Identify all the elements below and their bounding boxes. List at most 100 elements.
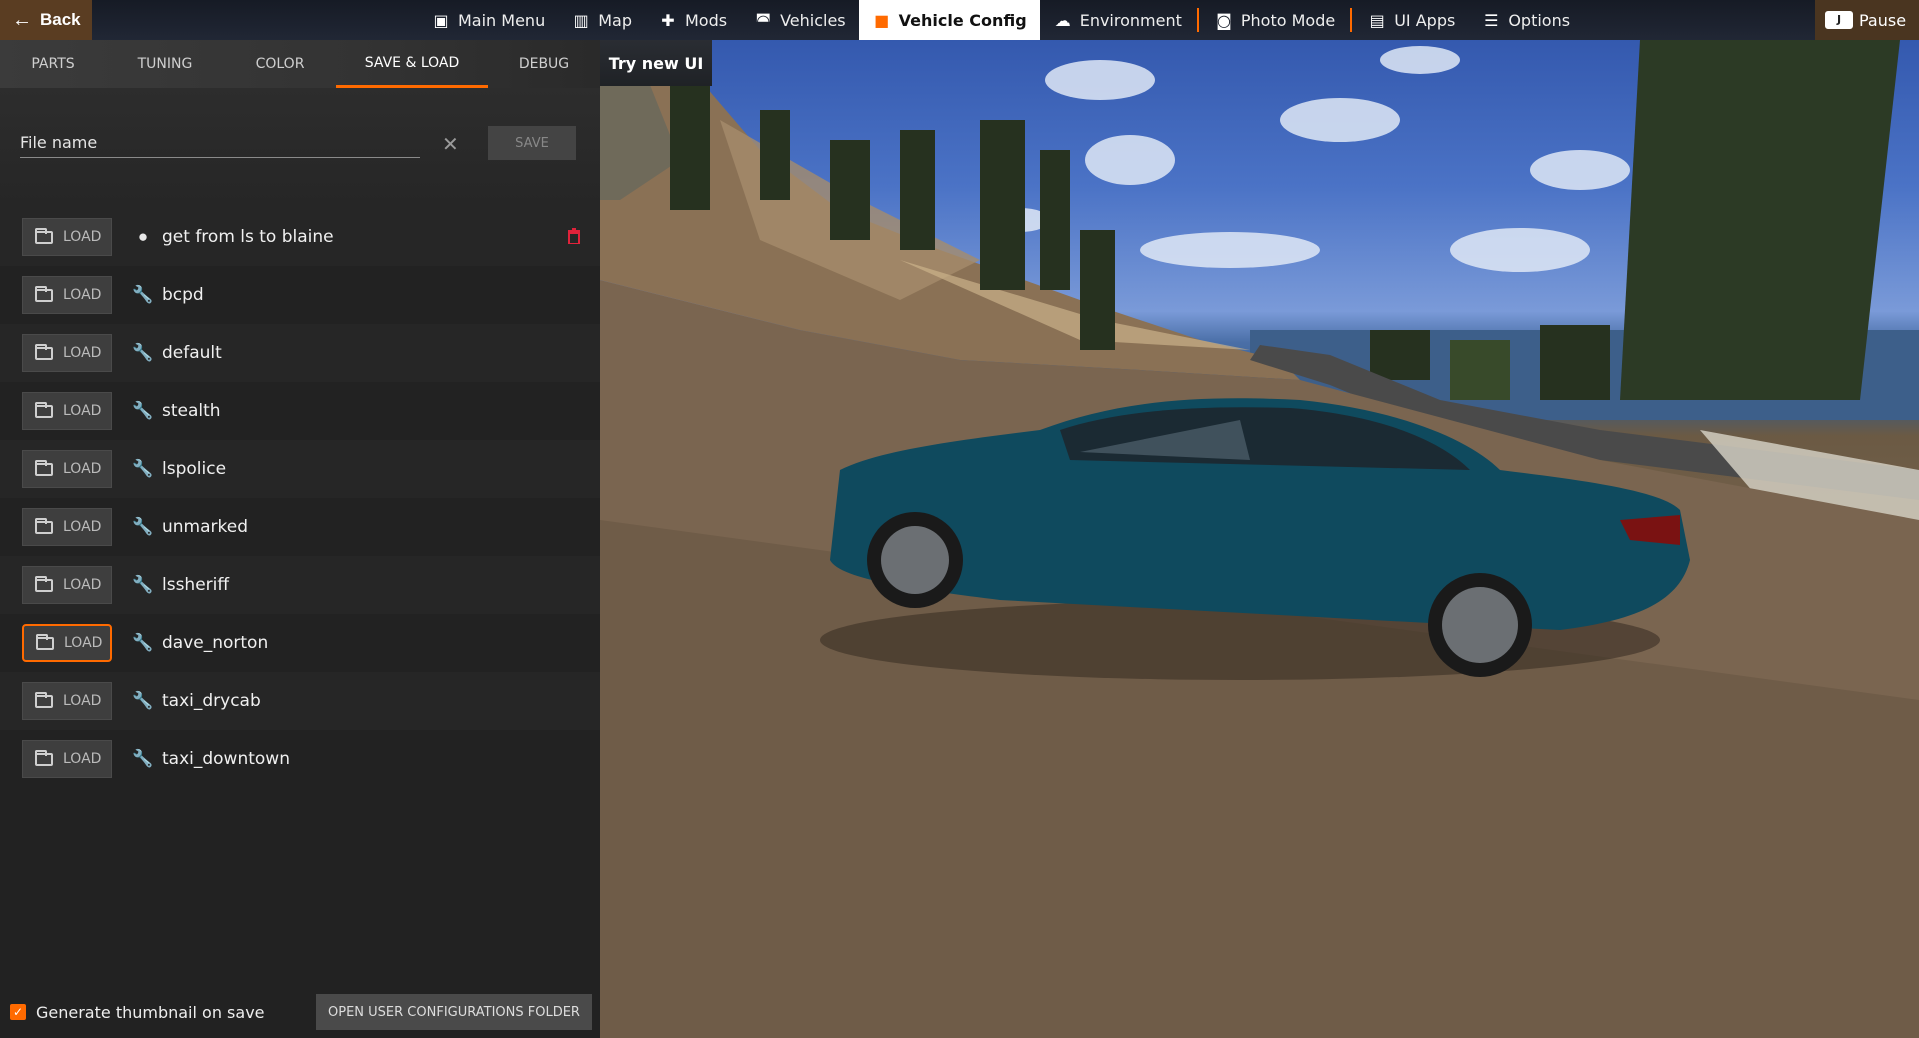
- load-label: LOAD: [63, 287, 102, 303]
- generate-thumbnail-checkbox[interactable]: ✓: [10, 1004, 26, 1020]
- folder-icon: [35, 343, 53, 360]
- ui-apps-icon: ▤: [1369, 10, 1385, 30]
- puzzle-icon: ✚: [661, 10, 675, 30]
- camera-icon: ◙: [1216, 10, 1232, 30]
- nav-label: Main Menu: [458, 10, 546, 30]
- list-item: LOAD 🔧 taxi_downtown: [0, 730, 600, 788]
- user-icon: ●: [137, 227, 149, 246]
- nav-main-menu[interactable]: ▣ Main Menu: [418, 0, 558, 40]
- wrench-icon: 🔧: [132, 575, 154, 594]
- nav-label: Environment: [1079, 10, 1182, 30]
- engine-icon: ■: [874, 10, 890, 30]
- load-button[interactable]: LOAD: [22, 682, 112, 720]
- wrench-icon: 🔧: [132, 343, 154, 362]
- try-new-ui-button[interactable]: Try new UI: [600, 40, 712, 86]
- pause-label: Pause: [1859, 10, 1907, 30]
- keyboard-key-icon: J: [1825, 11, 1853, 29]
- load-button[interactable]: LOAD: [22, 218, 112, 256]
- list-item: LOAD 🔧 unmarked: [0, 498, 600, 556]
- pause-button[interactable]: J Pause: [1815, 0, 1919, 40]
- back-button[interactable]: ← Back: [0, 0, 92, 40]
- folder-icon: [35, 459, 53, 476]
- load-label: LOAD: [63, 577, 102, 593]
- folder-icon: [35, 517, 53, 534]
- wrench-icon: 🔧: [132, 691, 154, 710]
- wrench-icon: 🔧: [132, 401, 154, 420]
- nav-map[interactable]: ▥ Map: [558, 0, 645, 40]
- open-user-configurations-folder-button[interactable]: OPEN USER CONFIGURATIONS FOLDER: [316, 994, 592, 1030]
- nav-vehicles[interactable]: ◚ Vehicles: [740, 0, 859, 40]
- config-name: default: [162, 343, 222, 363]
- tab-debug[interactable]: DEBUG: [488, 40, 600, 88]
- load-label: LOAD: [63, 751, 102, 767]
- load-label: LOAD: [64, 635, 103, 651]
- load-label: LOAD: [63, 229, 102, 245]
- nav-photo-mode[interactable]: ◙ Photo Mode: [1201, 0, 1348, 40]
- folder-icon: [35, 285, 53, 302]
- folder-icon: [35, 227, 53, 244]
- close-icon[interactable]: ✕: [442, 132, 459, 157]
- folder-icon: [35, 691, 53, 708]
- nav-options[interactable]: ☰ Options: [1468, 0, 1583, 40]
- nav-label: UI Apps: [1394, 10, 1456, 30]
- load-label: LOAD: [63, 403, 102, 419]
- config-tabs: PARTS TUNING COLOR SAVE & LOAD DEBUG: [0, 40, 600, 88]
- list-item: LOAD ● get from ls to blaine: [0, 208, 600, 266]
- list-item: LOAD 🔧 taxi_drycab: [0, 672, 600, 730]
- config-name: bcpd: [162, 285, 204, 305]
- config-name: stealth: [162, 401, 221, 421]
- sliders-icon: ☰: [1484, 10, 1499, 30]
- folder-icon: [35, 575, 53, 592]
- nav-label: Map: [598, 10, 632, 30]
- tab-save-load[interactable]: SAVE & LOAD: [336, 40, 488, 88]
- load-button[interactable]: LOAD: [22, 740, 112, 778]
- config-name: taxi_drycab: [162, 691, 261, 711]
- list-item: LOAD 🔧 default: [0, 324, 600, 382]
- map-icon: ▥: [573, 10, 589, 30]
- load-button[interactable]: LOAD: [22, 566, 112, 604]
- config-name: taxi_downtown: [162, 749, 290, 769]
- tab-tuning[interactable]: TUNING: [106, 40, 224, 88]
- file-name-input[interactable]: [20, 128, 420, 158]
- nav-vehicle-config[interactable]: ■ Vehicle Config: [858, 0, 1040, 40]
- config-name: lssheriff: [162, 575, 230, 595]
- trash-icon[interactable]: [568, 228, 580, 244]
- nav-label: Options: [1508, 10, 1571, 30]
- generate-thumbnail-label: Generate thumbnail on save: [36, 1003, 265, 1022]
- main-menu-icon: ▣: [433, 10, 449, 30]
- load-button[interactable]: LOAD: [22, 392, 112, 430]
- arrow-left-icon: ←: [12, 9, 32, 31]
- nav-label: Photo Mode: [1240, 10, 1336, 30]
- load-label: LOAD: [63, 693, 102, 709]
- load-button[interactable]: LOAD: [22, 624, 112, 662]
- wrench-icon: 🔧: [132, 459, 154, 478]
- list-item: LOAD 🔧 dave_norton: [0, 614, 600, 672]
- tab-color[interactable]: COLOR: [224, 40, 336, 88]
- nav-ui-apps[interactable]: ▤ UI Apps: [1354, 0, 1468, 40]
- wrench-icon: 🔧: [132, 517, 154, 536]
- nav-label: Mods: [684, 10, 728, 30]
- config-name: get from ls to blaine: [162, 227, 334, 247]
- list-item: LOAD 🔧 stealth: [0, 382, 600, 440]
- config-name: dave_norton: [162, 633, 269, 653]
- tab-parts[interactable]: PARTS: [0, 40, 106, 88]
- nav-mods[interactable]: ✚ Mods: [645, 0, 740, 40]
- wrench-icon: 🔧: [132, 749, 154, 768]
- list-item: LOAD 🔧 lssheriff: [0, 556, 600, 614]
- nav-label: Vehicles: [780, 10, 846, 30]
- load-button[interactable]: LOAD: [22, 508, 112, 546]
- folder-icon: [36, 633, 54, 650]
- load-button[interactable]: LOAD: [22, 450, 112, 488]
- wrench-icon: 🔧: [132, 633, 154, 652]
- save-button[interactable]: SAVE: [488, 126, 576, 160]
- folder-icon: [35, 401, 53, 418]
- load-label: LOAD: [63, 461, 102, 477]
- weather-icon: ☁: [1054, 10, 1071, 30]
- load-button[interactable]: LOAD: [22, 276, 112, 314]
- nav-label: Vehicle Config: [898, 10, 1027, 30]
- load-button[interactable]: LOAD: [22, 334, 112, 372]
- nav-environment[interactable]: ☁ Environment: [1040, 0, 1195, 40]
- nav-separator: [1196, 8, 1199, 32]
- load-label: LOAD: [63, 345, 102, 361]
- config-name: unmarked: [162, 517, 249, 537]
